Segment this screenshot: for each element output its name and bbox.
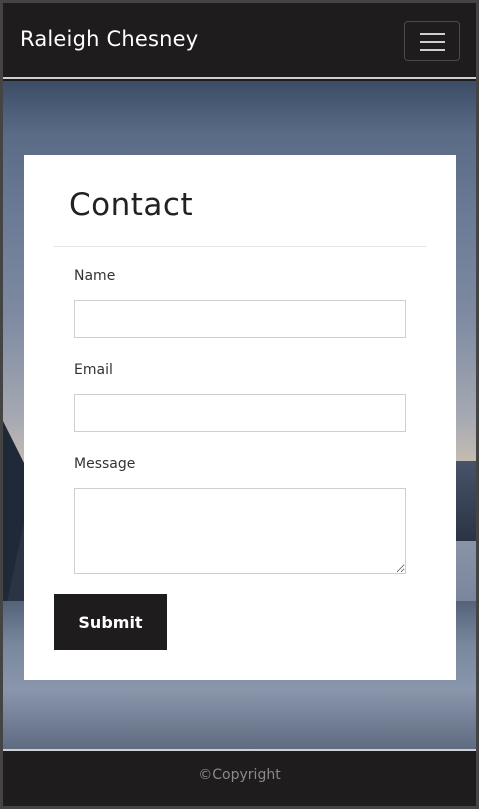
submit-button[interactable]: Submit: [54, 594, 167, 650]
menu-toggle-button[interactable]: [404, 21, 460, 61]
message-label: Message: [74, 456, 136, 472]
message-textarea[interactable]: [74, 488, 406, 574]
brand-link[interactable]: Raleigh Chesney: [20, 27, 198, 51]
footer: ©Copyright: [3, 749, 476, 806]
email-label: Email: [74, 362, 113, 378]
copyright-text: ©Copyright: [198, 767, 281, 783]
page-title: Contact: [69, 187, 194, 223]
title-divider: [54, 246, 426, 247]
email-input[interactable]: [74, 394, 406, 432]
hamburger-menu-icon-bar-3: [420, 49, 445, 51]
name-input[interactable]: [74, 300, 406, 338]
navbar: Raleigh Chesney: [3, 3, 476, 79]
name-label: Name: [74, 268, 116, 284]
contact-form-card: Contact Name Email Message Submit: [24, 155, 456, 680]
hamburger-menu-icon-bar-2: [420, 41, 445, 43]
hamburger-menu-icon: [420, 33, 445, 35]
background-mountain-right: [454, 461, 476, 541]
